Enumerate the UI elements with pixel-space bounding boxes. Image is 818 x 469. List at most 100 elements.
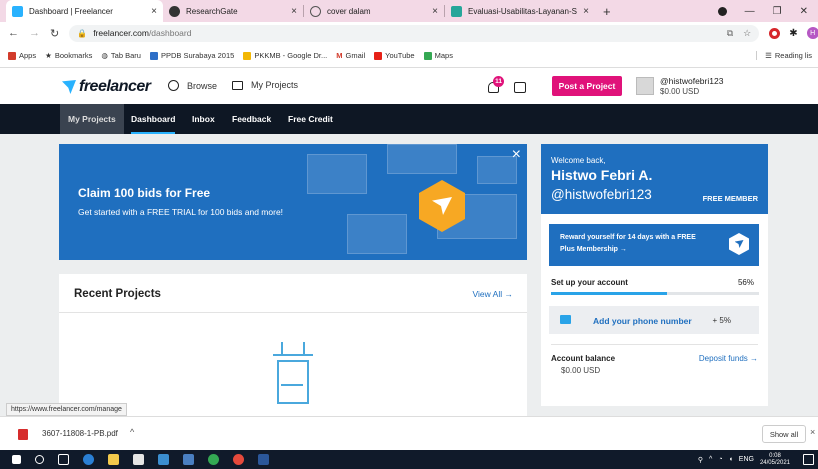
user-avatar[interactable]: [636, 77, 654, 95]
mail-icon[interactable]: [158, 454, 169, 465]
add-phone-link[interactable]: Add your phone number: [593, 316, 692, 326]
subnav-dashboard[interactable]: Dashboard: [131, 104, 176, 134]
store-icon[interactable]: [133, 454, 144, 465]
header-username[interactable]: @histwofebri123: [660, 76, 723, 86]
setup-account-label: Set up your account: [551, 278, 628, 287]
tab-researchgate[interactable]: ResearchGate ×: [163, 0, 303, 22]
reload-icon[interactable]: ↻: [50, 27, 59, 40]
plus-membership-promo[interactable]: Reward yourself for 14 days with a FREE …: [549, 224, 759, 266]
wifi-icon[interactable]: ◔: [718, 456, 722, 463]
chrome-icon[interactable]: [208, 454, 219, 465]
free-bids-banner[interactable]: Claim 100 bids for Free Get started with…: [59, 144, 527, 260]
gmail-icon: M: [336, 51, 343, 60]
freelancer-logo[interactable]: freelancer: [62, 78, 151, 96]
banner-decoration: [287, 144, 527, 260]
chat-icon[interactable]: [514, 82, 526, 93]
welcome-panel: Welcome back, Histwo Febri A. @histwofeb…: [541, 144, 768, 214]
bookmark-youtube[interactable]: YouTube: [374, 51, 415, 60]
restore-icon[interactable]: ❐: [773, 6, 782, 17]
bookmark-gmail[interactable]: M Gmail: [336, 51, 365, 60]
tab-cover-dalam[interactable]: cover dalam ×: [304, 0, 444, 22]
bookmark-pkkmb[interactable]: PKKMB - Google Dr...: [243, 51, 327, 60]
record-icon[interactable]: [717, 6, 727, 16]
app-icon[interactable]: [183, 454, 194, 465]
new-tab-button[interactable]: +: [595, 4, 619, 19]
tab-evaluasi[interactable]: Evaluasi-Usabilitas-Layanan-Sist ×: [445, 0, 595, 22]
bookmark-maps[interactable]: Maps: [423, 51, 453, 60]
notification-badge: 11: [493, 76, 504, 87]
url-path: /dashboard: [148, 28, 192, 38]
view-all-link[interactable]: View All →: [473, 289, 513, 299]
people-icon[interactable]: ⚲: [698, 456, 703, 464]
tab-close-icon[interactable]: ×: [432, 6, 438, 17]
bookmark-apps[interactable]: Apps: [8, 51, 36, 60]
puzzle-extension-icon[interactable]: ✱: [789, 28, 797, 39]
chrome-profile-icon[interactable]: [233, 454, 244, 465]
edge-icon[interactable]: [83, 454, 94, 465]
subnav-my-projects[interactable]: My Projects: [60, 104, 124, 134]
my-projects-link[interactable]: My Projects: [232, 80, 298, 90]
search-icon[interactable]: [35, 455, 44, 464]
windows-start-icon[interactable]: [12, 455, 21, 464]
divider: [59, 312, 527, 313]
back-arrow-icon[interactable]: ←: [8, 27, 19, 39]
show-all-button[interactable]: Show all: [762, 425, 806, 443]
subnav-feedback[interactable]: Feedback: [232, 104, 271, 134]
install-app-icon[interactable]: ⧉: [727, 28, 733, 39]
opera-extension-icon[interactable]: [769, 27, 781, 39]
recent-projects-title: Recent Projects: [74, 288, 161, 300]
tab-close-icon[interactable]: ×: [151, 6, 157, 17]
compass-icon: [168, 80, 179, 91]
phone-icon: [560, 315, 571, 324]
reading-list-icon: ☰: [765, 51, 772, 60]
setup-progress-fill: [551, 292, 668, 295]
windows-taskbar: ⚲ ^ ◔ ◖ ENG 0:08 24/05/2021: [0, 450, 818, 469]
volume-icon[interactable]: ◖: [729, 456, 733, 463]
user-full-name: Histwo Febri A.: [551, 167, 653, 183]
subnav-inbox[interactable]: Inbox: [192, 104, 215, 134]
clock[interactable]: 0:08 24/05/2021: [760, 453, 790, 467]
bookmark-star-icon[interactable]: ☆: [743, 28, 751, 39]
bookmark-bookmarks[interactable]: ★ Bookmarks: [45, 51, 92, 60]
file-explorer-icon[interactable]: [108, 454, 119, 465]
tab-close-icon[interactable]: ×: [583, 6, 589, 17]
user-handle: @histwofebri123: [551, 187, 652, 202]
reading-list[interactable]: ☰ Reading lis: [756, 51, 818, 60]
address-bar[interactable]: 🔒 freelancer.com/dashboard ⧉ ☆: [69, 24, 760, 42]
bookmark-tab-baru[interactable]: ◍ Tab Baru: [101, 51, 141, 60]
maps-icon: [423, 51, 432, 60]
add-phone-task[interactable]: Add your phone number + 5%: [549, 306, 759, 334]
minimize-icon[interactable]: —: [745, 6, 755, 17]
browse-link[interactable]: Browse: [168, 80, 217, 91]
download-options-chevron-icon[interactable]: ^: [130, 427, 134, 437]
window-close-icon[interactable]: ✕: [800, 6, 808, 17]
tray-chevron-icon[interactable]: ^: [709, 456, 712, 463]
language-indicator[interactable]: ENG: [739, 456, 754, 463]
notification-center-icon[interactable]: [803, 454, 814, 465]
researchgate-favicon-icon: [169, 5, 180, 17]
task-view-icon[interactable]: [58, 454, 69, 465]
tab-title: Evaluasi-Usabilitas-Layanan-Sist: [468, 6, 578, 16]
download-bar-close-icon[interactable]: ×: [810, 427, 815, 437]
profile-avatar-icon[interactable]: H: [806, 27, 818, 39]
apps-grid-icon: [8, 51, 16, 60]
status-url: https://www.freelancer.com/manage: [6, 403, 127, 416]
tab-freelancer[interactable]: Dashboard | Freelancer ×: [6, 0, 163, 22]
account-balance-value: $0.00 USD: [561, 366, 601, 375]
account-balance-label: Account balance: [551, 354, 616, 363]
bookmark-ppdb[interactable]: PPDB Surabaya 2015: [149, 51, 234, 60]
download-filename[interactable]: 3607-11808-1-PB.pdf: [42, 429, 118, 438]
site-header: freelancer Browse My Projects 11 Post a …: [0, 68, 818, 104]
banner-close-icon[interactable]: ×: [512, 146, 521, 164]
briefcase-icon: [232, 80, 243, 90]
banner-title: Claim 100 bids for Free: [78, 186, 211, 200]
subnav-free-credit[interactable]: Free Credit: [288, 104, 333, 134]
word-icon[interactable]: [258, 454, 269, 465]
header-balance: $0.00 USD: [660, 87, 700, 96]
deposit-funds-link[interactable]: Deposit funds →: [699, 354, 758, 363]
doc-favicon-icon: [451, 5, 462, 17]
tab-close-icon[interactable]: ×: [291, 6, 297, 17]
youtube-icon: [374, 51, 383, 60]
forward-arrow-icon[interactable]: →: [29, 27, 40, 39]
post-project-button[interactable]: Post a Project: [552, 76, 622, 96]
